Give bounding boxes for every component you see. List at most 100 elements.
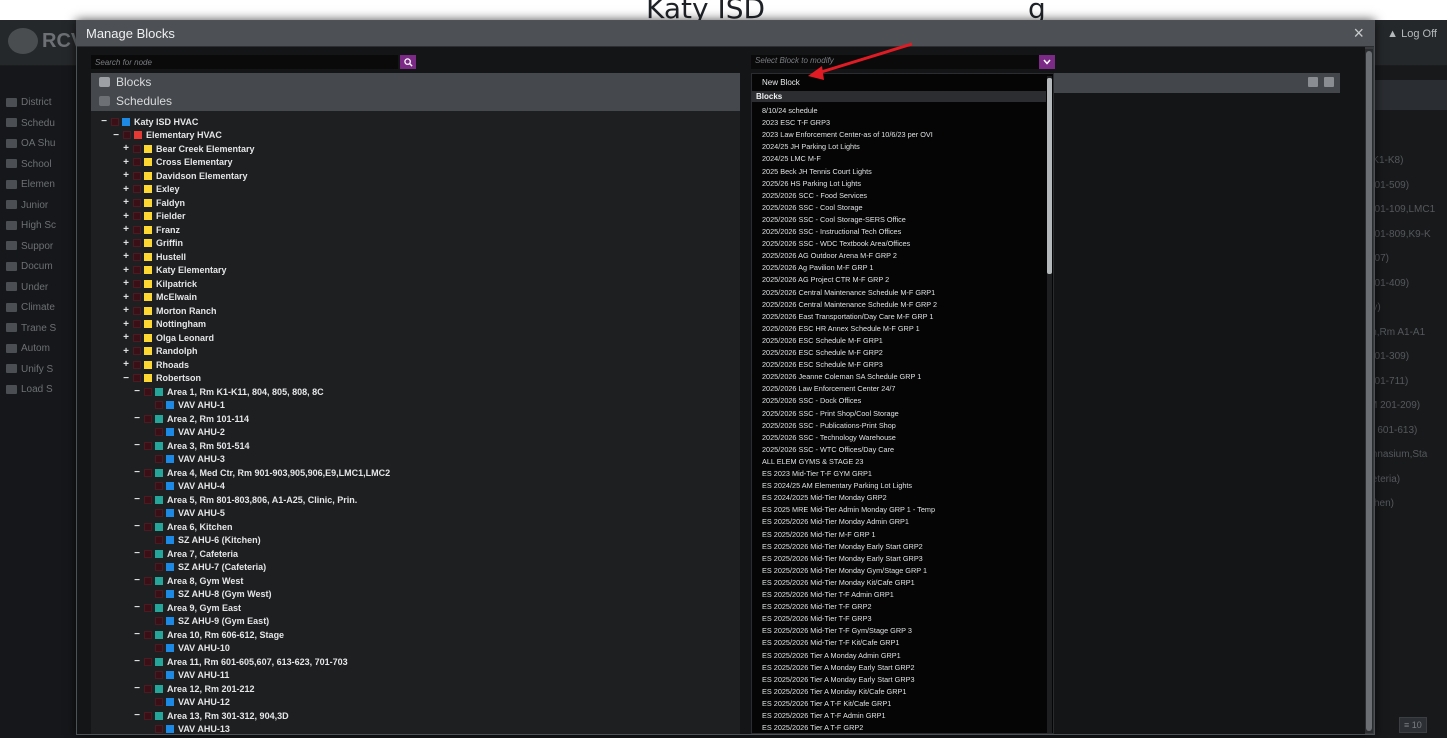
tree-node[interactable]: + Katy Elementary <box>121 264 226 277</box>
block-option[interactable]: ES 2025/2026 Mid-Tier T-F Admin GRP1 <box>762 589 894 601</box>
block-option[interactable]: 2025/2026 ESC Schedule M-F GRP3 <box>762 359 883 371</box>
node-checkbox[interactable] <box>133 320 141 328</box>
node-checkbox[interactable] <box>155 482 163 490</box>
node-checkbox[interactable] <box>155 644 163 652</box>
collapse-icon[interactable]: − <box>132 629 142 640</box>
block-option[interactable]: 2025/2026 East Transportation/Day Care M… <box>762 311 933 323</box>
expand-icon[interactable]: + <box>121 157 131 168</box>
sidebar-item[interactable]: School <box>6 159 52 170</box>
sidebar-item[interactable]: Unify S <box>6 364 53 375</box>
block-option[interactable]: ES 2025/2026 Mid-Tier Monday Early Start… <box>762 541 923 553</box>
block-option[interactable]: 2025/2026 SSC - Publications-Print Shop <box>762 420 896 432</box>
sidebar-item[interactable]: Autom <box>6 343 50 354</box>
collapse-icon[interactable]: − <box>132 413 142 424</box>
node-checkbox[interactable] <box>144 684 152 693</box>
block-option[interactable]: ES 2025/2026 Mid-Tier T-F GRP2 <box>762 601 872 613</box>
collapse-icon[interactable]: − <box>132 575 142 586</box>
node-checkbox[interactable] <box>133 333 141 342</box>
sidebar-item[interactable]: Docum <box>6 261 53 272</box>
node-checkbox[interactable] <box>155 509 163 517</box>
sidebar-item[interactable]: Junior <box>6 200 48 211</box>
block-option[interactable]: ES 2025/2026 Mid-Tier T-F GRP3 <box>762 613 872 625</box>
expand-icon[interactable]: + <box>121 251 131 262</box>
block-option[interactable]: 2025/2026 Central Maintenance Schedule M… <box>762 299 937 311</box>
tree-node[interactable]: + Davidson Elementary <box>121 169 247 182</box>
collapse-icon[interactable]: − <box>132 710 142 721</box>
tree-node[interactable]: VAV AHU-10 <box>143 642 230 655</box>
block-option[interactable]: ES 2025/2026 Mid-Tier Monday Gym/Stage G… <box>762 565 927 577</box>
tree-node[interactable]: SZ AHU-7 (Cafeteria) <box>143 561 266 574</box>
node-checkbox[interactable] <box>144 441 152 450</box>
collapse-icon[interactable]: − <box>99 116 109 127</box>
node-checkbox[interactable] <box>144 414 152 423</box>
node-checkbox[interactable] <box>133 171 141 180</box>
tree-node[interactable]: − Area 12, Rm 201-212 <box>132 682 254 695</box>
node-checkbox[interactable] <box>144 549 152 558</box>
node-checkbox[interactable] <box>155 428 163 436</box>
node-checkbox[interactable] <box>133 158 141 166</box>
tree-node[interactable]: + Griffin <box>121 237 183 250</box>
tree-node[interactable]: + Fielder <box>121 210 185 223</box>
block-option[interactable]: ES 2025/2026 Tier A Monday Early Start G… <box>762 662 915 674</box>
block-select[interactable]: Select Block to modify <box>751 55 1054 69</box>
tree-node[interactable]: VAV AHU-4 <box>143 480 225 493</box>
sidebar-item[interactable]: Schedu <box>6 118 55 129</box>
block-option[interactable]: ES 2025/2026 Mid-Tier Monday Admin GRP1 <box>762 516 909 528</box>
collapse-icon[interactable]: − <box>121 373 131 384</box>
block-option[interactable]: 2025/2026 ESC Schedule M-F GRP2 <box>762 347 883 359</box>
block-option[interactable]: 2024/25 JH Parking Lot Lights <box>762 141 860 153</box>
tree-node[interactable]: + Kilpatrick <box>121 277 197 290</box>
tree-node[interactable]: + Exley <box>121 183 179 196</box>
block-option[interactable]: 2025/2026 SSC - Instructional Tech Offic… <box>762 226 901 238</box>
tree-node[interactable]: − Area 2, Rm 101-114 <box>132 412 249 425</box>
block-option[interactable]: ES 2025/2026 Tier A T-F GRP2 <box>762 722 863 733</box>
block-option[interactable]: 2025/2026 SSC - Dock Offices <box>762 395 861 407</box>
section-schedules[interactable]: Schedules <box>91 92 740 111</box>
collapse-icon[interactable]: − <box>111 130 121 141</box>
tree-node[interactable]: − Area 6, Kitchen <box>132 520 232 533</box>
node-checkbox[interactable] <box>133 266 141 274</box>
node-checkbox[interactable] <box>123 131 131 139</box>
node-checkbox[interactable] <box>144 576 152 585</box>
tree-node[interactable]: + Rhoads <box>121 358 189 371</box>
block-option[interactable]: ES 2025/2026 Tier A Monday Kit/Cafe GRP1 <box>762 686 906 698</box>
sidebar-item[interactable]: Trane S <box>6 323 56 334</box>
tree-node[interactable]: + McElwain <box>121 291 197 304</box>
block-option[interactable]: 2025/26 HS Parking Lot Lights <box>762 178 861 190</box>
node-checkbox[interactable] <box>133 279 141 288</box>
tree-node[interactable]: − Area 1, Rm K1-K11, 804, 805, 808, 8C <box>132 385 324 398</box>
sidebar-item[interactable]: High Sc <box>6 220 56 231</box>
save-icon[interactable] <box>1308 77 1318 87</box>
expand-icon[interactable]: + <box>121 292 131 303</box>
tree-node[interactable]: SZ AHU-6 (Kitchen) <box>143 534 261 547</box>
node-checkbox[interactable] <box>133 306 141 315</box>
block-option[interactable]: 2025/2026 SCC - Food Services <box>762 190 867 202</box>
expand-icon[interactable]: + <box>121 265 131 276</box>
sidebar-item[interactable]: Elemen <box>6 179 55 190</box>
tree-node[interactable]: + Franz <box>121 223 180 236</box>
node-checkbox[interactable] <box>111 117 119 126</box>
expand-icon[interactable]: + <box>121 278 131 289</box>
collapse-icon[interactable]: − <box>132 656 142 667</box>
expand-icon[interactable]: + <box>121 224 131 235</box>
node-checkbox[interactable] <box>155 671 163 679</box>
block-option[interactable]: ALL ELEM GYMS & STAGE 23 <box>762 456 863 468</box>
tree-node[interactable]: − Area 9, Gym East <box>132 601 241 614</box>
node-checkbox[interactable] <box>155 725 163 733</box>
close-icon[interactable]: × <box>1353 23 1364 44</box>
block-option[interactable]: 2025/2026 Law Enforcement Center 24/7 <box>762 383 895 395</box>
block-option[interactable]: 2025/2026 AG Outdoor Arena M-F GRP 2 <box>762 250 897 262</box>
node-checkbox[interactable] <box>144 495 152 504</box>
block-option[interactable]: 8/10/24 schedule <box>762 105 818 117</box>
tree-node[interactable]: + Morton Ranch <box>121 304 216 317</box>
node-checkbox[interactable] <box>155 401 163 409</box>
block-option[interactable]: 2025/2026 SSC - Technology Warehouse <box>762 432 896 444</box>
node-checkbox[interactable] <box>133 252 141 261</box>
expand-icon[interactable]: + <box>121 211 131 222</box>
tree-node[interactable]: VAV AHU-11 <box>143 669 229 682</box>
node-checkbox[interactable] <box>133 198 141 207</box>
logoff-link[interactable]: ▲ Log Off <box>1387 28 1437 40</box>
expand-icon[interactable]: + <box>121 319 131 330</box>
collapse-icon[interactable]: − <box>132 494 142 505</box>
block-option[interactable]: 2025/2026 Jeanne Coleman SA Schedule GRP… <box>762 371 921 383</box>
